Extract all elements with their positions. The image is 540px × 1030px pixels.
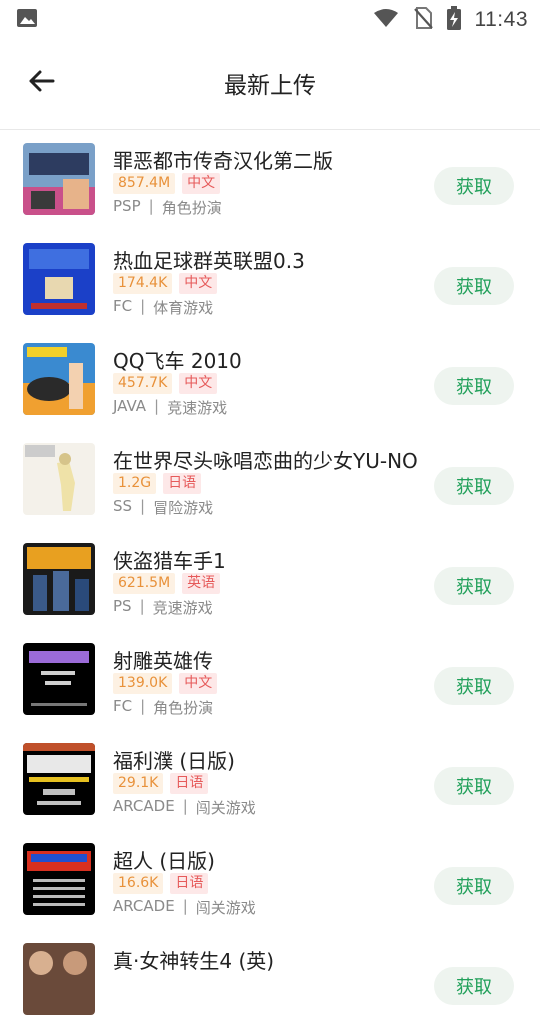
language-badge: 中文 [182, 173, 221, 194]
get-button[interactable]: 获取 [434, 667, 514, 705]
game-cover [23, 743, 95, 815]
category-label: 冒险游戏 [153, 499, 214, 517]
platform-label: PS [113, 597, 132, 615]
separator: | [139, 597, 145, 615]
platform-label: SS [113, 497, 133, 515]
get-button[interactable]: 获取 [434, 567, 514, 605]
separator: | [140, 497, 146, 515]
game-cover [23, 143, 95, 215]
list-item[interactable]: QQ飞车 2010 457.7K 中文 JAVA | 竞速游戏 获取 [0, 330, 540, 430]
separator: | [154, 397, 160, 415]
category-label: 角色扮演 [161, 199, 222, 217]
list-item[interactable]: 罪恶都市传奇汉化第二版 857.4M 中文 PSP | 角色扮演 获取 [0, 130, 540, 230]
separator: | [182, 897, 188, 915]
category-label: 竞速游戏 [167, 399, 228, 417]
list-item[interactable]: 福利濮 (日版) 29.1K 日语 ARCADE | 闯关游戏 获取 [0, 730, 540, 830]
platform-label: FC [113, 297, 133, 315]
game-cover [23, 243, 95, 315]
game-cover [23, 543, 95, 615]
game-title: 罪恶都市传奇汉化第二版 [113, 149, 333, 173]
size-badge: 621.5M [113, 573, 176, 594]
list-item[interactable]: 热血足球群英联盟0.3 174.4K 中文 FC | 体育游戏 获取 [0, 230, 540, 330]
game-list: 罪恶都市传奇汉化第二版 857.4M 中文 PSP | 角色扮演 获取 热血足球… [0, 130, 540, 1030]
page-title: 最新上传 [224, 73, 316, 99]
category-label: 竞速游戏 [152, 599, 213, 617]
category-label: 闯关游戏 [195, 899, 256, 917]
list-item[interactable]: 射雕英雄传 139.0K 中文 FC | 角色扮演 获取 [0, 630, 540, 730]
list-item[interactable]: 超人 (日版) 16.6K 日语 ARCADE | 闯关游戏 获取 [0, 830, 540, 930]
game-title: 超人 (日版) [113, 849, 215, 873]
game-title: 射雕英雄传 [113, 649, 213, 673]
get-button[interactable]: 获取 [434, 467, 514, 505]
game-cover [23, 443, 95, 515]
platform-label: ARCADE [113, 797, 175, 815]
language-badge: 日语 [170, 873, 209, 894]
get-button[interactable]: 获取 [434, 967, 514, 1005]
get-button[interactable]: 获取 [434, 767, 514, 805]
status-bar: 11:43 [0, 0, 540, 36]
size-badge: 1.2G [113, 473, 157, 494]
separator: | [140, 697, 146, 715]
game-cover [23, 643, 95, 715]
separator: | [140, 297, 146, 315]
language-badge: 日语 [163, 473, 202, 494]
size-badge: 29.1K [113, 773, 164, 794]
app-header: 最新上传 [0, 36, 540, 130]
game-title: 福利濮 (日版) [113, 749, 235, 773]
game-title: 热血足球群英联盟0.3 [113, 249, 305, 273]
separator: | [182, 797, 188, 815]
game-cover [23, 943, 95, 1015]
game-title: 在世界尽头咏唱恋曲的少女YU-NO [113, 449, 418, 473]
get-button[interactable]: 获取 [434, 367, 514, 405]
get-button[interactable]: 获取 [434, 867, 514, 905]
get-button[interactable]: 获取 [434, 267, 514, 305]
size-badge: 857.4M [113, 173, 176, 194]
platform-label: PSP [113, 197, 141, 215]
platform-label: FC [113, 697, 133, 715]
category-label: 角色扮演 [153, 699, 214, 717]
language-badge: 中文 [179, 673, 218, 694]
language-badge: 中文 [179, 273, 218, 294]
battery-charging-icon [446, 6, 461, 34]
get-button[interactable]: 获取 [434, 167, 514, 205]
image-icon [16, 8, 38, 28]
category-label: 闯关游戏 [195, 799, 256, 817]
no-sim-icon [413, 7, 433, 33]
platform-label: ARCADE [113, 897, 175, 915]
separator: | [148, 197, 154, 215]
wifi-icon [373, 8, 399, 32]
size-badge: 174.4K [113, 273, 173, 294]
size-badge: 16.6K [113, 873, 164, 894]
game-cover [23, 343, 95, 415]
game-title: QQ飞车 2010 [113, 349, 242, 373]
size-badge: 139.0K [113, 673, 173, 694]
clock: 11:43 [474, 8, 528, 31]
language-badge: 英语 [182, 573, 221, 594]
game-title: 侠盗猎车手1 [113, 549, 226, 573]
size-badge: 457.7K [113, 373, 173, 394]
list-item[interactable]: 真·女神转生4 (英) 获取 [0, 930, 540, 1030]
language-badge: 日语 [170, 773, 209, 794]
platform-label: JAVA [113, 397, 147, 415]
category-label: 体育游戏 [153, 299, 214, 317]
list-item[interactable]: 侠盗猎车手1 621.5M 英语 PS | 竞速游戏 获取 [0, 530, 540, 630]
game-cover [23, 843, 95, 915]
list-item[interactable]: 在世界尽头咏唱恋曲的少女YU-NO 1.2G 日语 SS | 冒险游戏 获取 [0, 430, 540, 530]
language-badge: 中文 [179, 373, 218, 394]
